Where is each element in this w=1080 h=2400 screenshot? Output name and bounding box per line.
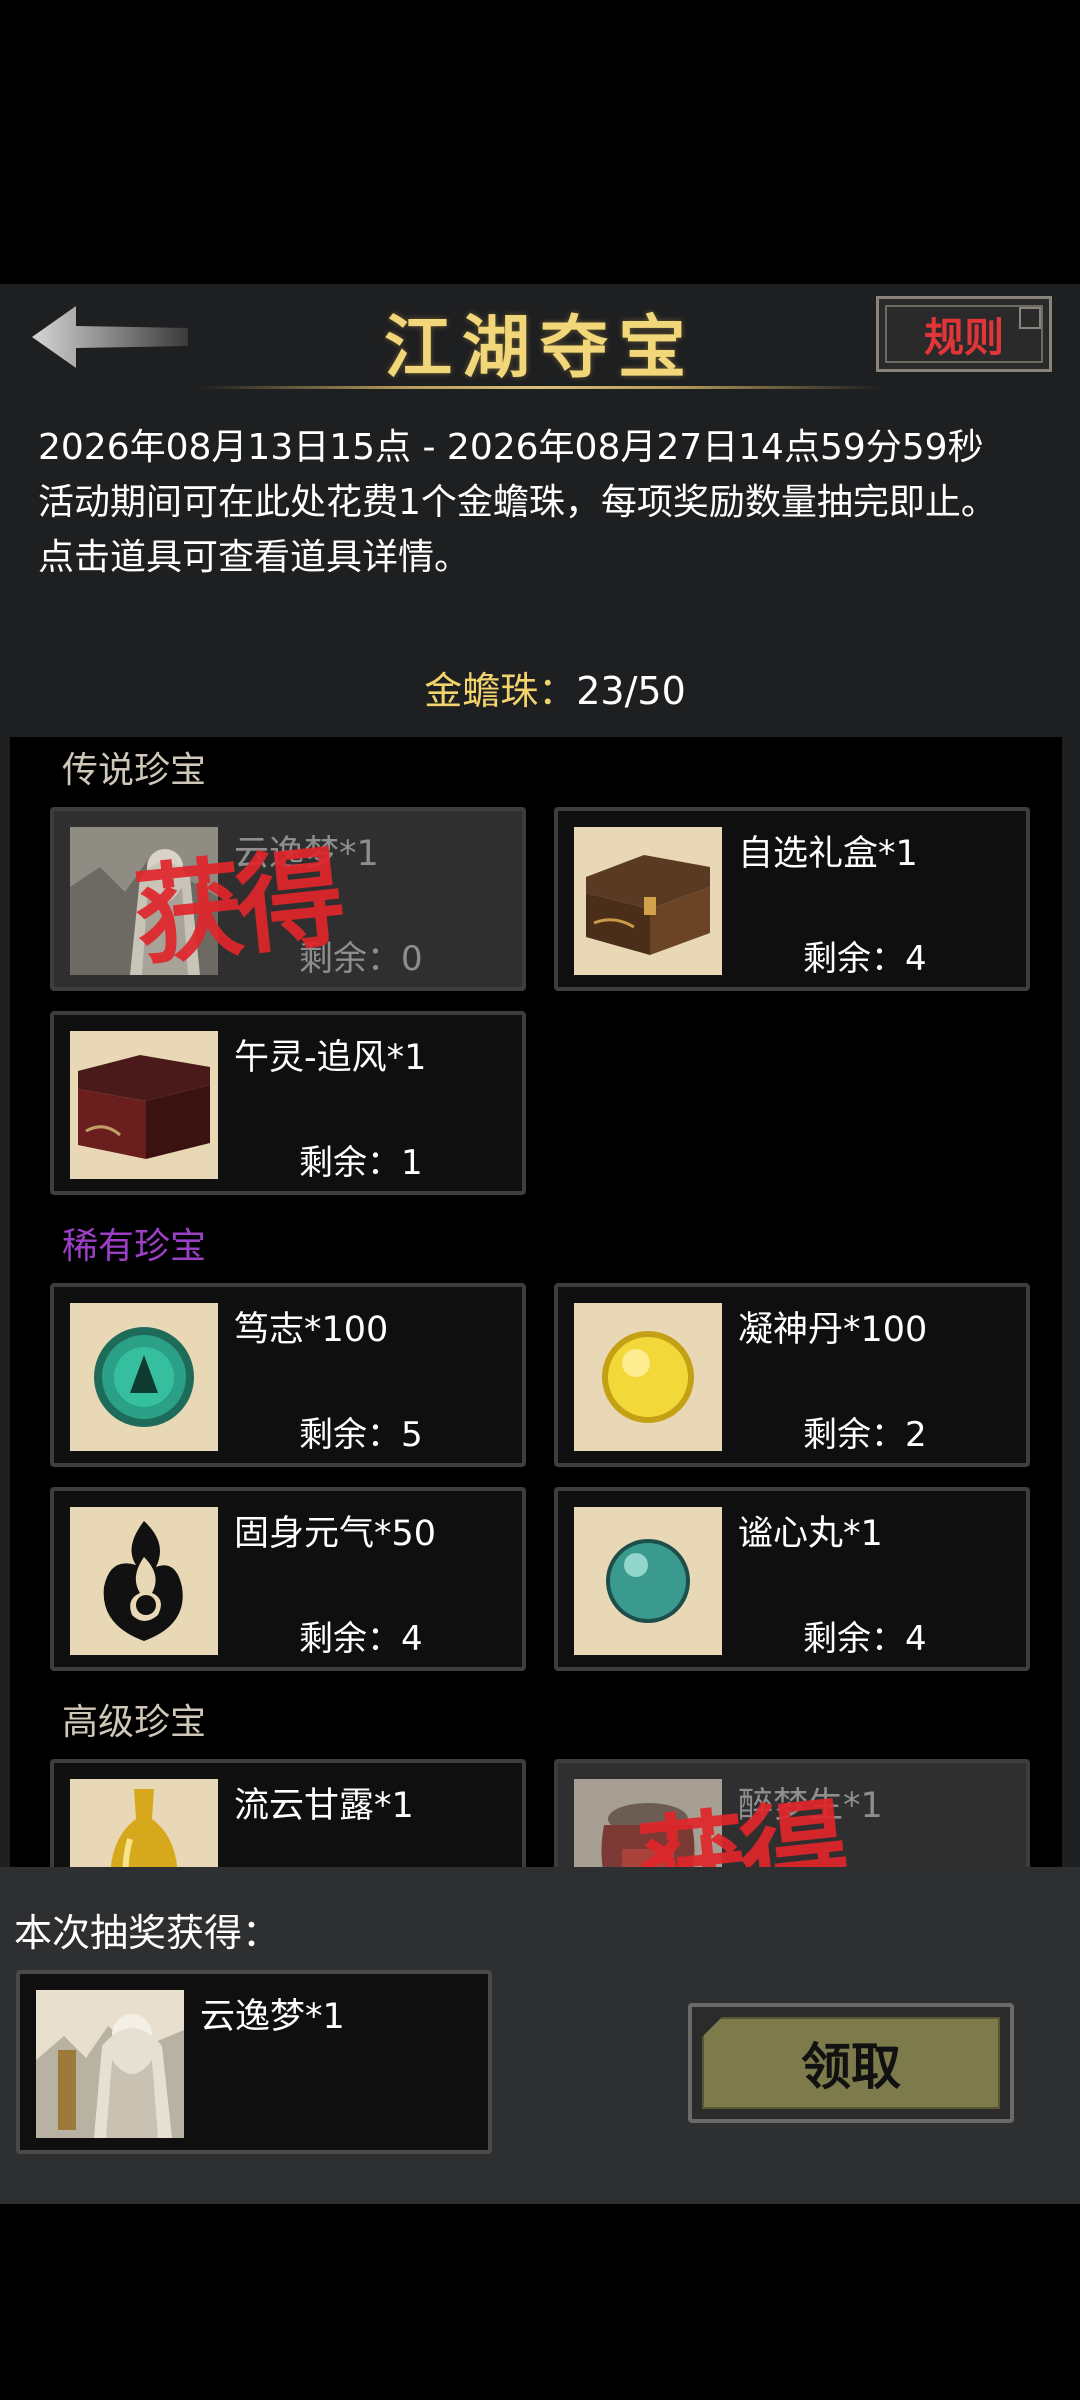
- prize-remaining: 剩余：5: [299, 1415, 423, 1455]
- result-item-card[interactable]: 云逸梦*1: [16, 1970, 492, 2154]
- gold-bottle-icon: [70, 1779, 218, 1867]
- ink-flame-icon: [70, 1507, 218, 1655]
- prize-remaining: 剩余：4: [803, 939, 927, 979]
- prize-name: 流云甘露*1: [234, 1786, 414, 1826]
- prize-remaining: 剩余：2: [803, 1415, 927, 1455]
- prize-name: 凝神丹*100: [738, 1310, 928, 1350]
- section-title-advanced: 高级珍宝: [62, 1702, 207, 1743]
- event-rule: 活动期间可在此处花费1个金蟾珠，每项奖励数量抽完即止。: [38, 482, 997, 523]
- red-chest-icon: [70, 1031, 218, 1179]
- rules-label: 规则: [924, 315, 1004, 361]
- treasure-chest-icon: [574, 827, 722, 975]
- obtained-stamp: 获得: [128, 834, 345, 982]
- claim-label: 领取: [702, 2017, 1000, 2109]
- portrait-icon: [36, 1990, 184, 2138]
- teal-pill-icon: [574, 1507, 722, 1655]
- prize-name: 谧心丸*1: [738, 1514, 883, 1554]
- prize-remaining: 剩余：1: [299, 1143, 423, 1183]
- prize-card[interactable]: 凝神丹*100 剩余：2: [554, 1283, 1030, 1467]
- prize-card[interactable]: 云逸梦*1 剩余：0 获得: [50, 807, 526, 991]
- prize-card[interactable]: 流云甘露*1: [50, 1759, 526, 1867]
- gold-pill-icon: [574, 1303, 722, 1451]
- prize-name: 午灵-追风*1: [234, 1038, 427, 1078]
- event-description: 2026年08月13日15点 - 2026年08月27日14点59分59秒 活动…: [38, 420, 1048, 585]
- jade-orb-icon: [70, 1303, 218, 1451]
- section-title-legendary: 传说珍宝: [62, 750, 207, 791]
- result-item-name: 云逸梦*1: [200, 1997, 345, 2037]
- corner-ornament-icon: [1019, 307, 1041, 329]
- prize-name: 自选礼盒*1: [738, 834, 918, 874]
- prize-list[interactable]: 传说珍宝 云逸梦*1 剩余：0 获得 自选礼盒*1 剩余：4 午灵-追风*1 剩…: [10, 737, 1062, 1867]
- prize-card[interactable]: 午灵-追风*1 剩余：1: [50, 1011, 526, 1195]
- prize-card[interactable]: 固身元气*50 剩余：4: [50, 1487, 526, 1671]
- claim-button[interactable]: 领取: [688, 2003, 1014, 2123]
- event-period: 2026年08月13日15点 - 2026年08月27日14点59分59秒: [38, 427, 984, 468]
- prize-card[interactable]: 谧心丸*1 剩余：4: [554, 1487, 1030, 1671]
- prize-remaining: 剩余：4: [803, 1619, 927, 1659]
- prize-card[interactable]: 自选礼盒*1 剩余：4: [554, 807, 1030, 991]
- title-divider: [200, 386, 880, 389]
- prize-remaining: 剩余：4: [299, 1619, 423, 1659]
- rules-button[interactable]: 规则: [876, 296, 1052, 372]
- result-label: 本次抽奖获得：: [14, 1911, 281, 1955]
- currency-label: 金蟾珠：: [424, 669, 577, 713]
- prize-card[interactable]: 醉梦生*1 获得: [554, 1759, 1030, 1867]
- prize-name: 笃志*100: [234, 1310, 389, 1350]
- currency-display: 金蟾珠：23/50: [0, 660, 1080, 715]
- currency-value: 23/50: [576, 669, 686, 713]
- prize-name: 固身元气*50: [234, 1514, 437, 1554]
- event-hint: 点击道具可查看道具详情。: [38, 537, 471, 578]
- section-title-rare: 稀有珍宝: [62, 1226, 207, 1267]
- prize-card[interactable]: 笃志*100 剩余：5: [50, 1283, 526, 1467]
